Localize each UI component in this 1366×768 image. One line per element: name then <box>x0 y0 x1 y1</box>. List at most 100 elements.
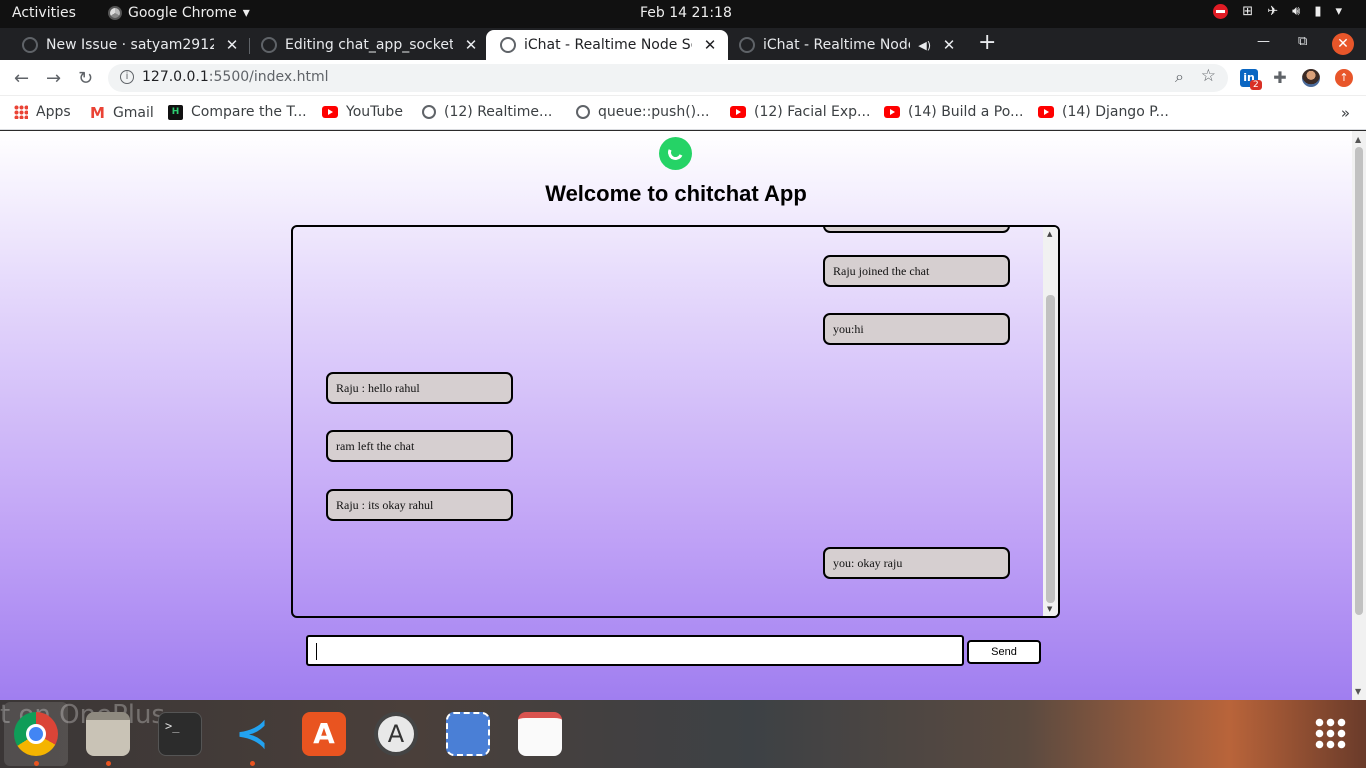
back-button[interactable]: ← <box>14 68 29 89</box>
url-text[interactable]: 127.0.0.1:5500/index.html <box>142 69 329 85</box>
running-indicator <box>250 761 255 766</box>
minimize-button[interactable]: — <box>1257 34 1270 49</box>
system-top-bar: Activities Google Chrome ▾ Feb 14 21:18 … <box>0 0 1366 28</box>
scroll-up-icon[interactable]: ▲ <box>1047 230 1052 238</box>
scroll-down-icon[interactable]: ▼ <box>1355 687 1361 696</box>
address-bar[interactable]: i 127.0.0.1:5500/index.html ⌕ ☆ <box>108 64 1228 92</box>
avatar[interactable] <box>1302 69 1320 87</box>
chrome-icon <box>108 6 122 20</box>
tab-ichat-active[interactable]: iChat - Realtime Node Soc ✕ <box>486 30 728 60</box>
running-indicator <box>106 761 111 766</box>
bookmark-compare[interactable]: H Compare the T... <box>168 104 307 120</box>
tab-title: iChat - Realtime Node S <box>763 37 910 53</box>
volume-icon: 🔊︎ <box>1292 4 1301 19</box>
do-not-disturb-icon <box>1213 4 1229 19</box>
system-tray[interactable]: ⊞ ✈ 🔊︎ ▮ ▾ <box>1213 4 1342 19</box>
document-viewer-icon[interactable] <box>518 712 562 756</box>
tab-editing[interactable]: Editing chat_app_socket/ ✕ <box>247 30 489 60</box>
phone-icon <box>665 142 686 163</box>
browser-toolbar: ← → ↻ i 127.0.0.1:5500/index.html ⌕ ☆ <box>0 60 1366 96</box>
bookmark-label: Gmail <box>112 105 154 121</box>
tab-strip: New Issue · satyam2912/b ✕ Editing chat_… <box>0 28 1366 60</box>
bookmark-youtube[interactable]: YouTube <box>322 104 403 120</box>
chat-scroll-thumb[interactable] <box>1046 295 1055 603</box>
bookmarks-overflow-icon[interactable]: » <box>1341 104 1350 122</box>
bookmark-gmail[interactable]: M Gmail <box>90 104 154 122</box>
message-input[interactable] <box>306 635 964 666</box>
bookmark-label: (12) Facial Exp... <box>754 104 871 120</box>
bookmark-label: (14) Django P... <box>1062 104 1169 120</box>
maximize-button[interactable]: ⧉ <box>1298 34 1307 49</box>
vscode-icon[interactable]: ≺ <box>230 712 274 756</box>
bookmark-facial[interactable]: (12) Facial Exp... <box>730 104 870 120</box>
youtube-icon <box>1038 106 1054 118</box>
bookmark-label: YouTube <box>346 104 403 120</box>
youtube-icon <box>884 106 900 118</box>
bookmark-star-icon[interactable]: ☆ <box>1201 66 1216 86</box>
globe-icon <box>422 105 436 119</box>
new-tab-button[interactable]: + <box>978 32 996 54</box>
url-path: :5500/index.html <box>208 69 329 85</box>
url-host: 127.0.0.1 <box>142 69 209 85</box>
activities-button[interactable]: Activities <box>12 5 76 21</box>
youtube-icon <box>730 106 746 118</box>
gmail-icon: M <box>90 104 105 122</box>
running-indicator <box>34 761 39 766</box>
hackerrank-icon: H <box>168 104 183 120</box>
puzzle-extensions-icon[interactable]: ✚ <box>1271 69 1289 87</box>
page-scroll-thumb[interactable] <box>1355 147 1363 615</box>
bookmark-build[interactable]: (14) Build a Po... <box>884 104 1023 120</box>
message-bubble: you:hi <box>823 313 1010 345</box>
bookmark-queue-push[interactable]: queue::push()... <box>576 104 710 120</box>
close-icon[interactable]: ✕ <box>700 36 720 54</box>
clock[interactable]: Feb 14 21:18 <box>640 5 732 21</box>
window-close-button[interactable]: ✕ <box>1332 33 1354 55</box>
info-icon[interactable]: i <box>120 70 134 84</box>
page-title: Welcome to chitchat App <box>545 181 807 206</box>
close-icon[interactable]: ✕ <box>939 36 959 54</box>
bookmark-label: Apps <box>36 104 71 120</box>
whatsapp-icon <box>659 137 692 170</box>
zoom-icon[interactable]: ⌕ <box>1175 67 1184 87</box>
bookmarks-bar: Apps M Gmail H Compare the T... YouTube … <box>0 96 1366 130</box>
send-button[interactable]: Send <box>967 640 1041 664</box>
screenshot-icon[interactable] <box>446 712 490 756</box>
forward-button[interactable]: → <box>46 68 61 89</box>
chrome-icon-center <box>26 724 46 744</box>
github-icon <box>261 37 277 53</box>
message-bubble-partial <box>823 227 1010 233</box>
bookmark-label: (14) Build a Po... <box>908 104 1024 120</box>
message-bubble: ram left the chat <box>326 430 513 462</box>
scroll-down-icon[interactable]: ▼ <box>1047 605 1052 613</box>
speaker-icon[interactable]: ◀) <box>918 39 931 52</box>
close-icon[interactable]: ✕ <box>461 36 481 54</box>
message-bubble: you: okay raju <box>823 547 1010 579</box>
app-icon[interactable]: A <box>374 712 418 756</box>
chat-scrollbar[interactable]: ▲ ▼ <box>1043 227 1058 616</box>
update-icon[interactable]: ↑ <box>1335 69 1353 87</box>
tab-title: iChat - Realtime Node Soc <box>524 37 692 53</box>
close-icon[interactable]: ✕ <box>222 36 242 54</box>
dock: t on OnePlus >_ ≺ A A <box>0 700 1366 768</box>
bookmark-realtime[interactable]: (12) Realtime... <box>422 104 552 120</box>
battery-icon: ▮ <box>1314 4 1322 19</box>
page-scrollbar[interactable]: ▲ ▼ <box>1352 131 1366 700</box>
app-menu[interactable]: Google Chrome ▾ <box>108 5 250 21</box>
files-icon[interactable] <box>86 712 130 756</box>
bookmark-apps[interactable]: Apps <box>14 104 71 120</box>
tab-new-issue[interactable]: New Issue · satyam2912/b ✕ <box>8 30 250 60</box>
scroll-up-icon[interactable]: ▲ <box>1355 135 1361 144</box>
show-applications-icon[interactable] <box>1314 717 1346 749</box>
reload-button[interactable]: ↻ <box>78 68 93 89</box>
chat-container[interactable]: Raju joined the chat you:hi Raju : hello… <box>291 225 1060 618</box>
terminal-icon[interactable]: >_ <box>158 712 202 756</box>
bookmark-django[interactable]: (14) Django P... <box>1038 104 1169 120</box>
chevron-down-icon: ▾ <box>1335 4 1342 19</box>
tab-ichat[interactable]: iChat - Realtime Node S ◀) ✕ <box>725 30 967 60</box>
apps-grid-icon <box>14 105 28 119</box>
tab-title: Editing chat_app_socket/ <box>285 37 453 53</box>
github-icon <box>22 37 38 53</box>
airplane-icon: ✈ <box>1267 4 1279 19</box>
software-center-icon[interactable]: A <box>302 712 346 756</box>
message-bubble: Raju joined the chat <box>823 255 1010 287</box>
